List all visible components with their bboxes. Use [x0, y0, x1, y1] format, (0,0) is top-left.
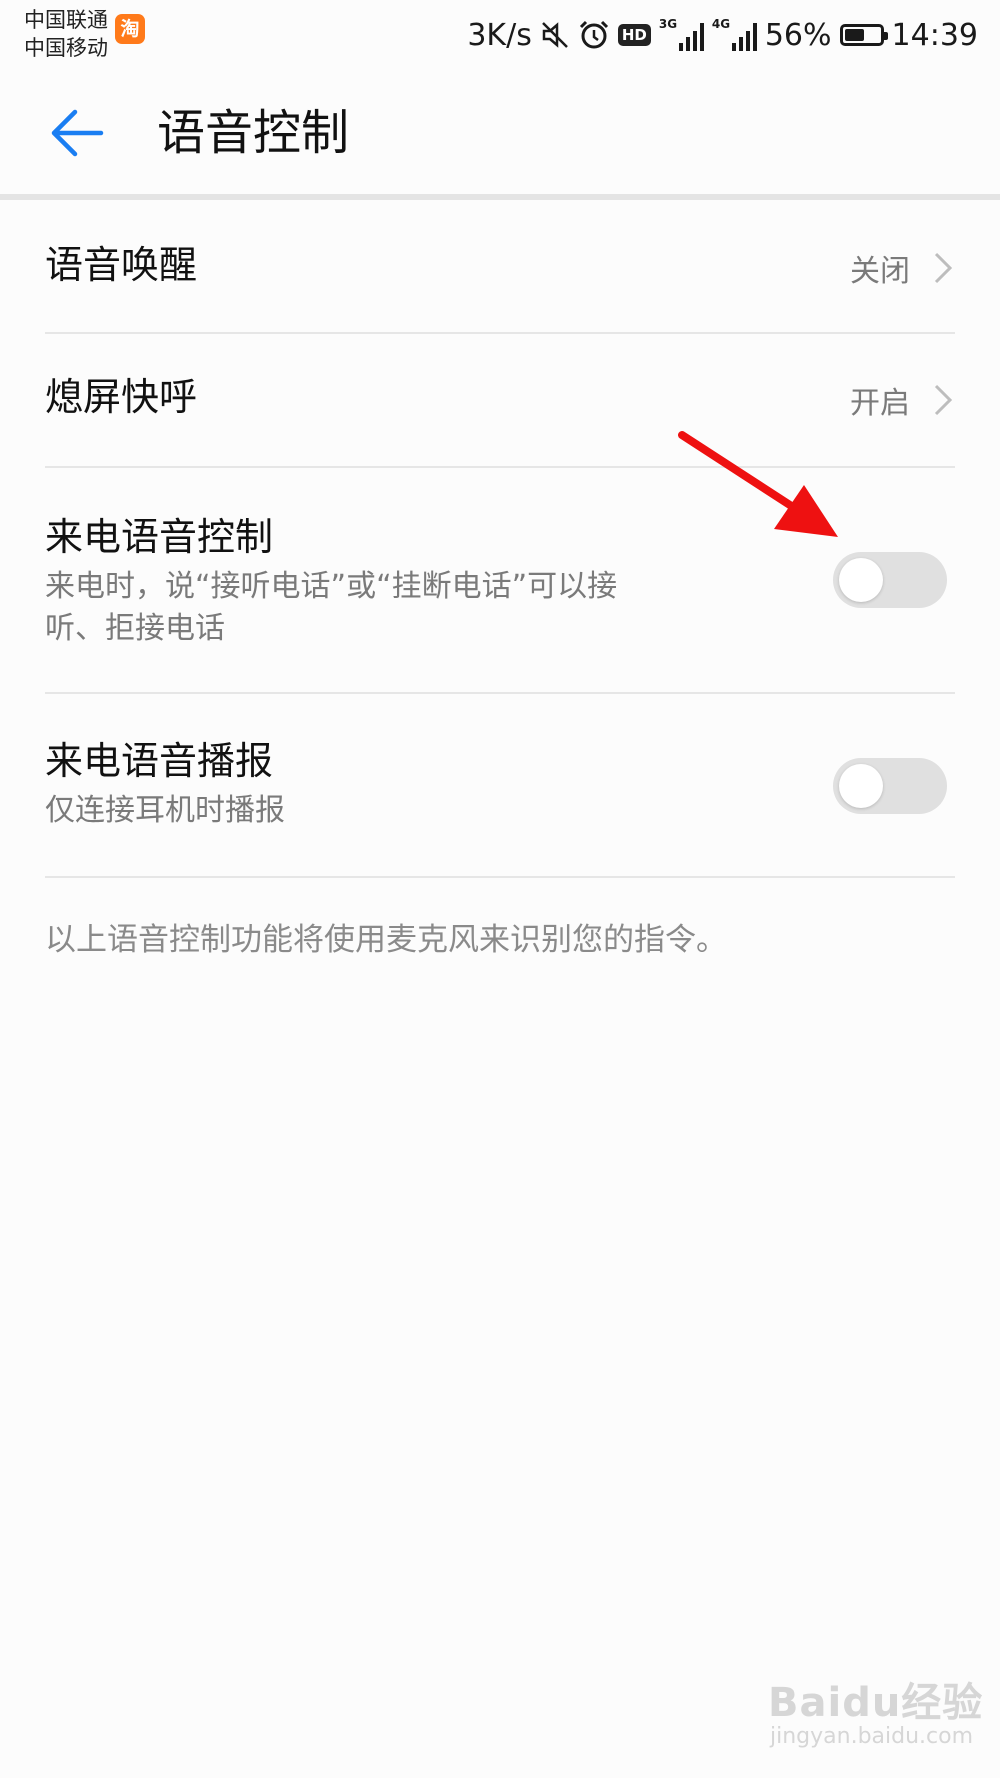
incoming-call-broadcast-row: 来电语音播报 仅连接耳机时播报 — [45, 694, 955, 876]
battery-icon — [839, 24, 888, 46]
quick-call-label: 熄屏快呼 — [45, 375, 198, 419]
divider — [45, 876, 955, 878]
carrier-1: 中国联通 — [24, 8, 108, 32]
clock: 14:39 — [891, 17, 978, 53]
carrier-2: 中国移动 — [24, 36, 108, 60]
incoming-call-control-label: 来电语音控制 — [45, 515, 274, 559]
network-speed: 3K/s — [467, 17, 532, 53]
microphone-notice: 以上语音控制功能将使用麦克风来识别您的指令。 — [45, 922, 727, 958]
red-annotation-arrow-icon — [678, 431, 838, 537]
incoming-call-broadcast-toggle[interactable] — [833, 758, 947, 814]
quick-call-value: 开启 — [850, 386, 910, 421]
voice-wake-label: 语音唤醒 — [45, 243, 198, 287]
app-header: 语音控制 — [0, 70, 1000, 195]
chevron-right-icon — [934, 384, 953, 416]
watermark-url: jingyan.baidu.com — [770, 1724, 974, 1749]
page-title: 语音控制 — [157, 105, 350, 161]
sim2-network-type: 4G — [711, 17, 731, 31]
sim2-signal-icon: 4G — [711, 17, 757, 51]
chevron-right-icon — [934, 252, 953, 284]
desc-line-2: 听、拒接电话 — [45, 611, 225, 646]
incoming-call-control-toggle[interactable] — [833, 552, 947, 608]
incoming-call-broadcast-desc: 仅连接耳机时播报 — [45, 793, 285, 828]
alarm-icon — [578, 19, 610, 51]
sim1-network-type: 3G — [658, 17, 678, 31]
voice-wake-value: 关闭 — [850, 254, 910, 289]
watermark-logo-text: Baidu经验 — [768, 1680, 984, 1726]
voice-wake-row[interactable]: 语音唤醒 关闭 — [45, 200, 955, 332]
mute-icon — [540, 20, 570, 50]
battery-percent: 56% — [764, 17, 832, 53]
status-bar: 中国联通 中国移动 淘 3K/s HD 3G 4G 56% 14:39 — [0, 0, 1000, 70]
sim1-signal-icon: 3G — [658, 17, 704, 51]
back-button[interactable] — [42, 98, 112, 168]
taobao-notification-icon: 淘 — [115, 14, 145, 44]
incoming-call-control-desc: 来电时，说“接听电话”或“挂断电话”可以接 听、拒接电话 — [45, 566, 617, 650]
baidu-jingyan-watermark: Baidu经验 jingyan.baidu.com — [768, 1670, 983, 1749]
carrier-names: 中国联通 中国移动 — [24, 6, 108, 62]
toggle-knob — [839, 764, 883, 808]
hd-voice-icon: HD — [617, 24, 651, 46]
back-arrow-icon — [51, 109, 104, 157]
incoming-call-broadcast-label: 来电语音播报 — [45, 739, 274, 783]
status-icons: 3K/s HD 3G 4G 56% 14:39 — [467, 12, 978, 58]
desc-line-1: 来电时，说“接听电话”或“挂断电话”可以接 — [45, 569, 618, 604]
toggle-knob — [839, 558, 883, 602]
